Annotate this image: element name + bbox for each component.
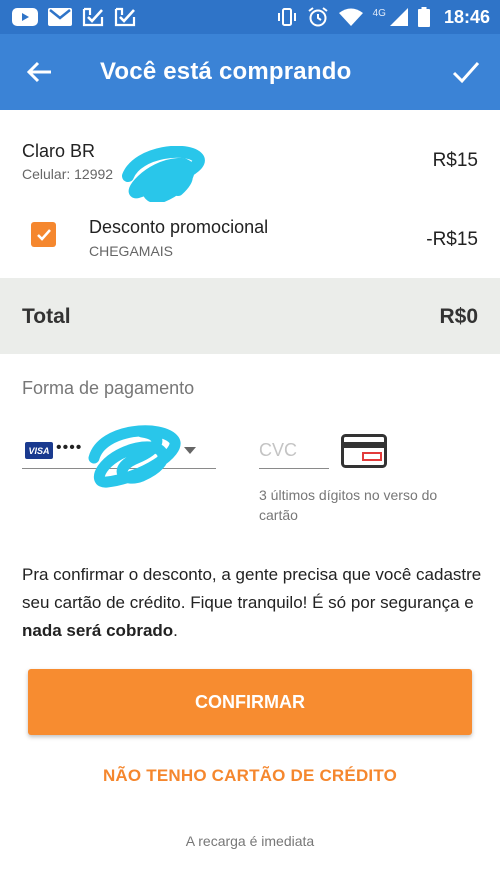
alarm-icon <box>307 6 329 28</box>
card-select[interactable]: VISA •••• <box>22 433 216 469</box>
payment-title: Forma de pagamento <box>22 378 195 398</box>
redaction-scribble <box>122 146 205 202</box>
checkmark-icon <box>36 228 51 241</box>
vibrate-icon <box>277 7 297 27</box>
info-text-main: Pra confirmar o desconto, a gente precis… <box>22 565 482 612</box>
total-label: Total <box>22 305 71 328</box>
discount-label: Desconto promocional <box>89 217 269 237</box>
gmail-icon <box>48 8 72 26</box>
card-back-icon <box>341 434 387 473</box>
info-text-end: . <box>173 621 178 640</box>
status-bar: 4G 18:46 <box>0 0 500 34</box>
check-badge-icon <box>82 7 104 27</box>
card-number-masked: •••• <box>56 439 83 456</box>
notification-icons <box>12 7 136 27</box>
system-icons: 4G 18:46 <box>277 6 490 28</box>
product-name: Claro BR <box>22 141 96 161</box>
arrow-back-icon[interactable] <box>24 56 56 88</box>
page-title: Você está comprando <box>100 58 352 85</box>
total-value: R$0 <box>439 305 478 328</box>
battery-icon <box>417 7 430 27</box>
confirm-button[interactable]: CONFIRMAR <box>28 669 472 735</box>
discount-amount: -R$15 <box>426 229 478 250</box>
discount-checkbox[interactable] <box>31 222 56 247</box>
signal-icon <box>389 8 408 26</box>
cvc-input[interactable] <box>259 433 329 469</box>
network-type: 4G <box>372 7 386 19</box>
info-text-bold: nada será cobrado <box>22 621 174 640</box>
product-phone: Celular: 12992 <box>22 166 114 182</box>
check-icon[interactable] <box>450 56 482 88</box>
wifi-icon <box>338 8 363 26</box>
youtube-icon <box>12 8 38 26</box>
footer-note: A recarga é imediata <box>185 833 315 849</box>
info-text: Pra confirmar o desconto, a gente precis… <box>22 561 484 645</box>
status-time: 18:46 <box>443 6 490 27</box>
product-price: R$15 <box>432 150 478 171</box>
total-bar <box>0 278 500 354</box>
visa-logo-icon: VISA <box>25 442 53 459</box>
discount-code: CHEGAMAIS <box>89 243 174 259</box>
app-bar: Você está comprando <box>0 34 500 110</box>
check-badge-icon <box>114 7 136 27</box>
cvc-help-text: 3 últimos dígitos no verso do cartão <box>259 487 438 523</box>
no-credit-card-link[interactable]: NÃO TENHO CARTÃO DE CRÉDITO <box>0 766 500 786</box>
chevron-down-icon <box>184 447 196 454</box>
